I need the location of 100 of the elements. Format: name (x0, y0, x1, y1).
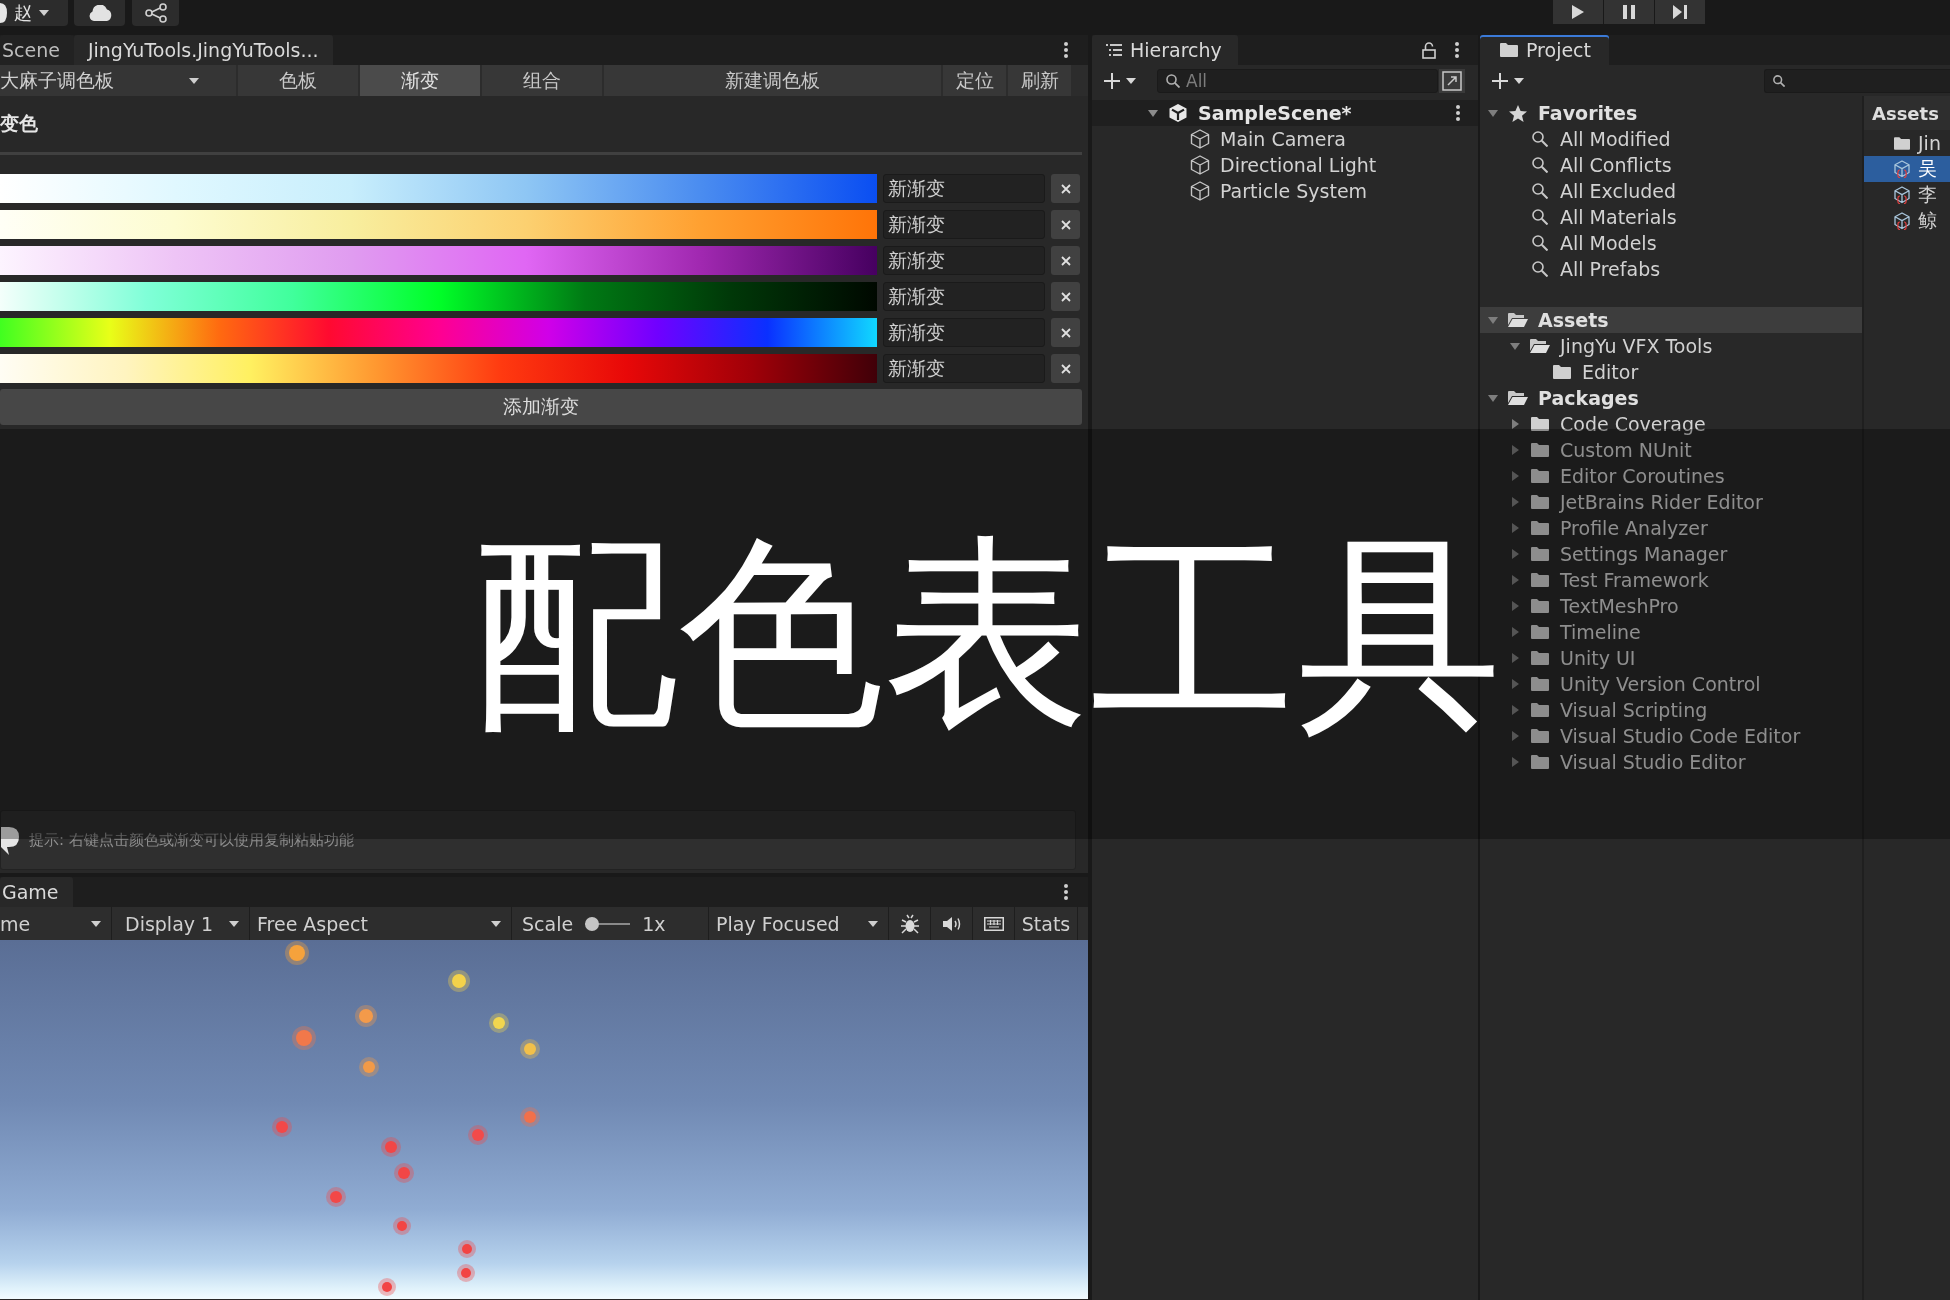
remove-button[interactable] (1051, 174, 1080, 203)
tab[interactable]: Hierarchy (1092, 35, 1238, 65)
triangle-icon[interactable] (1488, 394, 1498, 402)
mode-tab[interactable]: 色板 (238, 65, 358, 96)
asset-item[interactable]: 李 (1864, 182, 1950, 208)
view-dropdown[interactable]: me (0, 907, 111, 940)
plus-icon (1492, 72, 1508, 89)
display-dropdown[interactable]: Display 1 (112, 907, 249, 940)
remove-button[interactable] (1051, 318, 1080, 347)
triangle-icon[interactable] (1488, 109, 1498, 117)
name-field[interactable]: 新渐变 (883, 318, 1045, 347)
kebab-menu-icon[interactable] (1064, 884, 1068, 900)
tab[interactable]: Game (0, 877, 73, 907)
version-control-button[interactable] (132, 0, 179, 26)
kebab-menu-icon[interactable] (1064, 42, 1068, 58)
particle-dot (272, 1117, 292, 1137)
tree-item[interactable]: All Models (1480, 230, 1862, 256)
tree-item[interactable]: JingYu VFX Tools (1480, 333, 1862, 359)
scene-search-button[interactable] (1439, 68, 1465, 93)
tree-item[interactable]: Custom NUnit (1480, 437, 1862, 463)
play-button[interactable] (1553, 0, 1603, 24)
tree-item[interactable]: Visual Studio Editor (1480, 749, 1862, 775)
speaker-icon[interactable] (942, 916, 961, 931)
tree-item[interactable]: All Conflicts (1480, 152, 1862, 178)
tree-item[interactable]: Editor (1480, 359, 1862, 385)
slider-thumb[interactable] (585, 916, 600, 931)
kebab-menu-icon[interactable] (1455, 42, 1459, 58)
mode-tab[interactable]: 组合 (482, 65, 602, 96)
triangle-icon[interactable] (1511, 419, 1519, 429)
triangle-icon[interactable] (1510, 342, 1520, 350)
tree-item[interactable]: All Excluded (1480, 178, 1862, 204)
particle-dot (448, 970, 470, 992)
keyboard-icon[interactable] (983, 916, 1004, 931)
search-field[interactable] (1764, 68, 1950, 93)
asset-item[interactable]: 吴 (1864, 156, 1950, 182)
name-field[interactable]: 新渐变 (883, 210, 1045, 239)
triangle-icon[interactable] (1148, 109, 1158, 117)
particle-dot (393, 1217, 411, 1235)
tree-item[interactable]: Packages (1480, 385, 1862, 411)
close-icon (1060, 255, 1071, 266)
list-icon (1106, 44, 1122, 56)
tree-item[interactable]: Editor Coroutines (1480, 463, 1862, 489)
folder-icon (1531, 417, 1549, 431)
kebab-menu-icon[interactable] (1456, 105, 1460, 121)
pause-button[interactable] (1604, 0, 1654, 24)
name-field[interactable]: 新渐变 (883, 174, 1045, 203)
toolbar-button[interactable]: 定位 (943, 65, 1006, 96)
search-icon (1773, 74, 1785, 87)
mode-tab[interactable]: 渐变 (360, 65, 480, 96)
step-button[interactable] (1655, 0, 1705, 24)
add-gradient-button[interactable]: 添加渐变 (0, 389, 1082, 425)
lock-icon[interactable] (1422, 42, 1436, 59)
particle-dot (326, 1187, 346, 1207)
tree-item[interactable]: All Materials (1480, 204, 1862, 230)
bug-icon[interactable] (900, 913, 919, 934)
remove-button[interactable] (1051, 246, 1080, 275)
tree-item[interactable]: Favorites (1480, 100, 1862, 126)
gradient-bar[interactable] (0, 246, 877, 275)
palette-dropdown[interactable]: 大麻子调色板 (0, 65, 236, 96)
tab[interactable]: Scene (0, 35, 74, 65)
toolbar-button[interactable]: 新建调色板 (604, 65, 941, 96)
caret-icon (491, 920, 501, 927)
aspect-dropdown[interactable]: Free Aspect (250, 907, 511, 940)
scene-item[interactable]: SampleScene* (1092, 100, 1478, 126)
particle-dot (378, 1278, 396, 1296)
tree-item[interactable]: All Modified (1480, 126, 1862, 152)
name-field[interactable]: 新渐变 (883, 282, 1045, 311)
remove-button[interactable] (1051, 354, 1080, 383)
asset-item[interactable]: Jin (1864, 130, 1950, 156)
tree-item[interactable]: Assets (1480, 307, 1862, 333)
search-field[interactable]: All (1157, 68, 1438, 93)
tree-item[interactable]: Directional Light (1092, 152, 1478, 178)
gradient-bar[interactable] (0, 282, 877, 311)
tree-item[interactable]: Main Camera (1092, 126, 1478, 152)
particle-dot (457, 1264, 475, 1282)
toolbar-button[interactable]: 刷新 (1008, 65, 1071, 96)
gradient-bar[interactable] (0, 354, 877, 383)
tab[interactable]: JingYuTools.JingYuTools... (73, 35, 333, 65)
name-field[interactable]: 新渐变 (883, 354, 1045, 383)
cloud-button[interactable] (74, 0, 125, 26)
folder-icon (1500, 43, 1518, 57)
gradient-bar[interactable] (0, 318, 877, 347)
account-button[interactable]: 赵 (0, 0, 68, 26)
tree-item[interactable]: JetBrains Rider Editor (1480, 489, 1862, 515)
tree-item[interactable]: All Prefabs (1480, 256, 1862, 282)
tree-item[interactable]: Code Coverage (1480, 411, 1862, 437)
plus-icon (1104, 72, 1120, 89)
tree-item[interactable]: Particle System (1092, 178, 1478, 204)
remove-button[interactable] (1051, 210, 1080, 239)
open-folder-icon (1508, 313, 1528, 327)
name-field[interactable]: 新渐变 (883, 246, 1045, 275)
remove-button[interactable] (1051, 282, 1080, 311)
scale-value: 1x (642, 912, 666, 935)
stats-button[interactable]: Stats (1015, 907, 1077, 940)
play-mode-dropdown[interactable]: Play Focused (709, 907, 888, 940)
tab[interactable]: Project (1480, 35, 1609, 65)
triangle-icon[interactable] (1488, 316, 1498, 324)
open-folder-icon (1508, 391, 1528, 405)
asset-item[interactable]: 鲸 (1864, 208, 1950, 234)
particle-dot (520, 1107, 540, 1127)
